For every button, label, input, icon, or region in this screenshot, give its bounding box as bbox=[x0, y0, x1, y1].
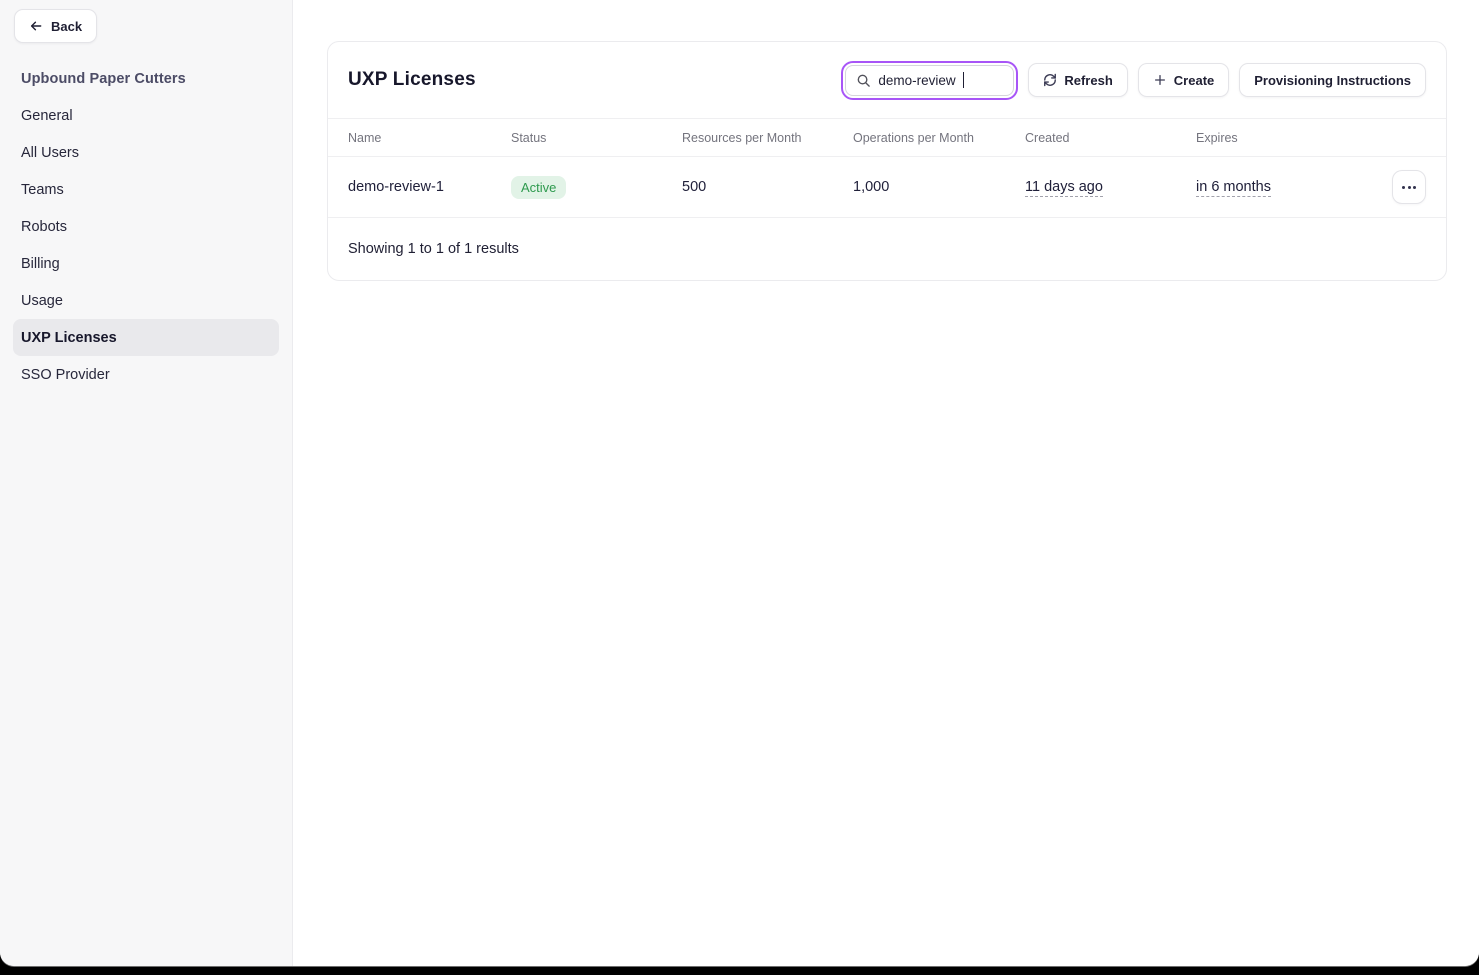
sidebar-item-billing[interactable]: Billing bbox=[13, 245, 279, 282]
results-summary: Showing 1 to 1 of 1 results bbox=[328, 217, 1446, 280]
operations-per-month-value: 1,000 bbox=[853, 179, 1025, 195]
table-header-row: Name Status Resources per Month Operatio… bbox=[328, 118, 1446, 157]
create-button[interactable]: Create bbox=[1138, 63, 1229, 97]
expires-cell: in 6 months bbox=[1196, 179, 1392, 195]
row-actions-menu-button[interactable] bbox=[1392, 170, 1426, 204]
refresh-icon bbox=[1043, 73, 1057, 87]
back-button-label: Back bbox=[51, 19, 82, 34]
org-name-header: Upbound Paper Cutters bbox=[0, 60, 292, 97]
sidebar-item-all-users[interactable]: All Users bbox=[13, 134, 279, 171]
resources-per-month-value: 500 bbox=[682, 179, 853, 195]
sidebar-item-teams[interactable]: Teams bbox=[13, 171, 279, 208]
main-content: UXP Licenses demo-review bbox=[293, 0, 1479, 966]
column-header-expires: Expires bbox=[1196, 131, 1392, 145]
header-actions: demo-review R bbox=[841, 61, 1426, 100]
column-header-resources: Resources per Month bbox=[682, 131, 853, 145]
license-name: demo-review-1 bbox=[348, 179, 511, 195]
created-relative-time[interactable]: 11 days ago bbox=[1025, 179, 1103, 197]
status-badge: Active bbox=[511, 176, 566, 199]
text-cursor bbox=[963, 72, 965, 88]
provisioning-instructions-label: Provisioning Instructions bbox=[1254, 73, 1411, 88]
sidebar-item-uxp-licenses[interactable]: UXP Licenses bbox=[13, 319, 279, 356]
table-row: demo-review-1 Active 500 1,000 11 days a… bbox=[328, 157, 1446, 217]
search-input-value: demo-review bbox=[878, 73, 955, 88]
app-window: Back Upbound Paper Cutters General All U… bbox=[0, 0, 1479, 966]
ellipsis-icon bbox=[1402, 186, 1416, 189]
page-title: UXP Licenses bbox=[348, 69, 476, 91]
column-header-operations: Operations per Month bbox=[853, 131, 1025, 145]
settings-sidebar: Back Upbound Paper Cutters General All U… bbox=[0, 0, 293, 966]
created-cell: 11 days ago bbox=[1025, 179, 1196, 195]
back-arrow-icon bbox=[29, 19, 43, 33]
create-button-label: Create bbox=[1174, 73, 1214, 88]
sidebar-item-robots[interactable]: Robots bbox=[13, 208, 279, 245]
sidebar-nav: Upbound Paper Cutters General All Users … bbox=[0, 60, 292, 393]
plus-icon bbox=[1153, 73, 1167, 87]
provisioning-instructions-button[interactable]: Provisioning Instructions bbox=[1239, 63, 1426, 97]
column-header-created: Created bbox=[1025, 131, 1196, 145]
refresh-button-label: Refresh bbox=[1064, 73, 1112, 88]
search-icon bbox=[856, 73, 871, 88]
sidebar-item-general[interactable]: General bbox=[13, 97, 279, 134]
expires-relative-time[interactable]: in 6 months bbox=[1196, 179, 1271, 197]
sidebar-item-sso-provider[interactable]: SSO Provider bbox=[13, 356, 279, 393]
uxp-licenses-card: UXP Licenses demo-review bbox=[327, 41, 1447, 281]
search-focus-ring: demo-review bbox=[841, 61, 1018, 100]
card-header: UXP Licenses demo-review bbox=[328, 42, 1446, 118]
column-header-status: Status bbox=[511, 131, 682, 145]
back-button[interactable]: Back bbox=[14, 9, 97, 43]
column-header-name: Name bbox=[348, 131, 511, 145]
license-status-cell: Active bbox=[511, 176, 682, 199]
sidebar-item-usage[interactable]: Usage bbox=[13, 282, 279, 319]
refresh-button[interactable]: Refresh bbox=[1028, 63, 1127, 97]
search-input[interactable]: demo-review bbox=[845, 65, 1014, 96]
